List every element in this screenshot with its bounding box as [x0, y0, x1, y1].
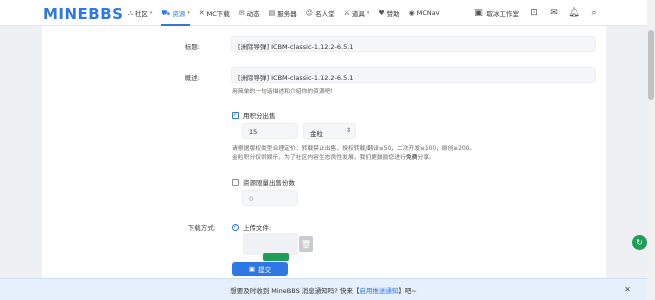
download-label: 下载方式: — [187, 224, 216, 232]
notice-text-b: 】吧~ — [398, 286, 417, 295]
nav-item-6[interactable]: ⚔ 道具 ▾ — [344, 0, 370, 26]
sell-checkbox[interactable]: ✓ 用积分出售 — [232, 110, 276, 120]
bell-icon[interactable]: 🔔︎ — [568, 8, 579, 18]
currency-select[interactable]: 金粒 ⇕ — [303, 123, 356, 139]
workbench-button[interactable]: ▣ 取冰工作室 — [474, 8, 520, 18]
limit-input[interactable]: 0 — [242, 190, 298, 206]
summary-label: 概述: — [184, 74, 200, 82]
currency-value: 金粒 — [310, 130, 323, 138]
trash-icon[interactable]: 🗑︎ — [299, 236, 313, 252]
title-input[interactable]: [洲际导弹] ICBM-classic-1.12.2-6.5.1 — [231, 36, 596, 52]
nav-item-7[interactable]: ♥ 赞助 — [378, 0, 399, 26]
price-hint-2-bold: 免费 — [405, 155, 418, 161]
sword-icon: ⚔ — [343, 9, 350, 17]
upload-radio[interactable]: ✓ 上传文件: — [232, 222, 271, 232]
nav-item-4[interactable]: ▤ 服务器 — [269, 0, 297, 26]
chevron-down-icon: ▾ — [149, 10, 153, 16]
top-navbar: MINEBBS ⛬ 社区 ▾ ⛟ 资源 ▾ ✕ MC下载 ✉ 动态 ▤ 服务器 ☺ 名人堂 ⚔ 道具 ▾ ♥ 赞助 ◉… — [0, 0, 655, 26]
mail-icon[interactable]: ✉ — [549, 8, 559, 18]
upload-dropzone[interactable] — [243, 233, 298, 255]
nav-item-label: 资源 — [172, 10, 186, 18]
notice-text-a: 想要及时收到 MineBBS 消息通知吗? 快来【 — [230, 286, 360, 295]
nav-item-label: 赞助 — [386, 10, 400, 18]
price-hint-2: 金粒积分仅供娱乐，为了社区内容生态良性发展，我们更鼓励您进行免费分享。 — [232, 154, 435, 163]
summary-input[interactable]: [洲际导弹] ICBM-classic-1.12.2-6.5.1 — [231, 67, 596, 83]
enable-push-link[interactable]: 启用推送通知 — [359, 285, 398, 295]
nav-item-8[interactable]: ◉ MCNav — [409, 0, 440, 26]
limit-checkbox-label: 资源限量出售份数 — [243, 179, 295, 187]
price-input[interactable]: 15 — [242, 123, 298, 139]
donate-icon: ♥ — [378, 9, 385, 17]
users-icon: ⛬ — [128, 8, 133, 17]
upload-progress — [263, 253, 289, 261]
checkbox-empty-icon — [232, 178, 239, 186]
scrollbar-thumb[interactable] — [648, 30, 654, 100]
sort-arrows-icon: ⇕ — [345, 127, 351, 134]
radio-checked-icon: ✓ — [232, 223, 239, 231]
cart-icon: ⛟ — [161, 8, 171, 17]
nav-item-3[interactable]: ✉ 动态 — [239, 0, 260, 26]
mcnav-icon: ◉ — [408, 9, 415, 17]
main-nav: ⛬ 社区 ▾ ⛟ 资源 ▾ ✕ MC下载 ✉ 动态 ▤ 服务器 ☺ 名人堂 ⚔ 道具 ▾ ♥ 赞助 ◉ MCNav — [128, 0, 440, 26]
summary-hint: 用简单的一句话描述和介绍你的资源吧! — [232, 89, 333, 95]
workbench-label: 取冰工作室 — [486, 10, 520, 18]
header-tools: ▣ 取冰工作室 ⊡ ✉ 🔔︎ ⌕ — [474, 0, 600, 26]
server-icon: ▤ — [268, 9, 276, 17]
site-logo[interactable]: MINEBBS — [43, 5, 123, 23]
nav-item-1[interactable]: ⛟ 资源 ▾ — [161, 0, 191, 26]
person-icon: ☺ — [305, 9, 314, 17]
sell-checkbox-label: 用积分出售 — [243, 112, 276, 120]
price-hint-2-b: 分享。 — [417, 155, 435, 161]
close-icon: ✕ — [198, 9, 205, 17]
nav-item-0[interactable]: ⛬ 社区 ▾ — [128, 0, 152, 26]
nav-item-5[interactable]: ☺ 名人堂 — [306, 0, 335, 26]
comment-icon: ✉ — [238, 9, 245, 17]
nav-item-label: MCNav — [416, 9, 440, 17]
nav-item-label: 服务器 — [277, 10, 297, 18]
price-hint-2-a: 金粒积分仅供娱乐，为了社区内容生态良性发展，我们更鼓励您进行 — [232, 155, 406, 161]
chevron-down-icon: ▾ — [187, 10, 190, 16]
page-scrollbar[interactable] — [647, 0, 655, 300]
price-hint-1: 请根据版权类型合理定价：转载禁止出售，授权转载/翻译≤50，二次开发≤100，原… — [232, 146, 476, 152]
submit-button[interactable]: ▣ 提交 — [232, 262, 288, 276]
id-card-icon: ▣ — [474, 8, 483, 18]
limit-checkbox[interactable]: 资源限量出售份数 — [232, 177, 295, 187]
save-icon: ▣ — [248, 265, 256, 273]
close-icon[interactable]: ✕ — [624, 285, 631, 294]
title-label: 标题: — [184, 43, 200, 51]
nav-item-label: 名人堂 — [315, 10, 335, 18]
upload-radio-label: 上传文件: — [243, 224, 272, 232]
chat-float-icon[interactable]: ↻ — [632, 235, 647, 250]
nav-item-2[interactable]: ✕ MC下载 — [199, 0, 230, 26]
nav-item-label: MC下载 — [206, 10, 230, 18]
chevron-down-icon: ▾ — [366, 10, 370, 16]
nav-item-label: 动态 — [246, 10, 260, 18]
nav-item-label: 道具 — [351, 10, 365, 18]
checkbox-checked-icon: ✓ — [232, 111, 239, 119]
search-icon[interactable]: ⌕ — [589, 8, 599, 18]
inbox-icon[interactable]: ⊡ — [529, 8, 539, 18]
nav-item-label: 社区 — [134, 10, 148, 18]
push-notice-bar: 想要及时收到 MineBBS 消息通知吗? 快来【 启用推送通知 】吧~ ✕ — [0, 278, 647, 300]
submit-label: 提交 — [258, 266, 272, 274]
